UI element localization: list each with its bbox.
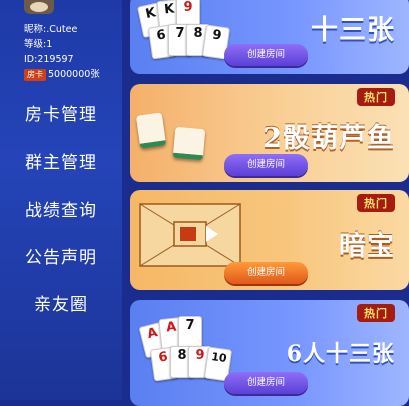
menu-friends-circle[interactable]: 亲友圈 (0, 290, 122, 315)
game-card-dice-fish[interactable]: 热门 2骰葫芦鱼 创建房间 (130, 84, 409, 182)
menu-record-query[interactable]: 战绩查询 (0, 196, 122, 221)
room-card-count: 房卡 5000000张 (24, 68, 100, 81)
create-room-button[interactable]: 创建房间 (224, 372, 308, 394)
anbao-board-icon (139, 203, 241, 267)
room-card-icon: 房卡 (24, 69, 46, 81)
game-card-anbao[interactable]: 热门 暗宝 创建房间 (130, 190, 409, 290)
hot-badge: 热门 (357, 194, 395, 212)
create-room-button[interactable]: 创建房间 (224, 262, 308, 284)
playing-card: 7 (178, 316, 202, 348)
hot-badge: 热门 (357, 304, 395, 322)
nickname: 昵称:.Cutee (24, 24, 78, 35)
game-title: 6人十三张 (286, 341, 395, 367)
hot-badge: 热门 (357, 88, 395, 106)
level: 等级:1 (24, 39, 53, 50)
avatar[interactable] (24, 0, 54, 14)
game-title: 暗宝 (339, 231, 395, 262)
create-room-button[interactable]: 创建房间 (224, 44, 308, 66)
room-card-value: 5000000张 (48, 69, 100, 80)
user-id: ID:219597 (24, 54, 74, 65)
sidebar: 昵称:.Cutee 等级:1 ID:219597 房卡 5000000张 房卡管理… (0, 0, 122, 400)
menu-announcement[interactable]: 公告声明 (0, 243, 122, 268)
menu-room-card-management[interactable]: 房卡管理 (0, 100, 122, 125)
dice-tile (172, 126, 206, 161)
create-room-button[interactable]: 创建房间 (224, 154, 308, 176)
game-title: 2骰葫芦鱼 (263, 123, 395, 154)
game-title: 十三张 (311, 15, 395, 46)
dice-tile (135, 112, 167, 149)
game-card-thirteen[interactable]: K K 9 6 7 8 9 十三张 创建房间 (130, 0, 409, 74)
game-card-six-player-thirteen[interactable]: A A 7 6 8 9 10 热门 6人十三张 创建房间 (130, 300, 409, 406)
menu-group-owner-management[interactable]: 群主管理 (0, 148, 122, 173)
